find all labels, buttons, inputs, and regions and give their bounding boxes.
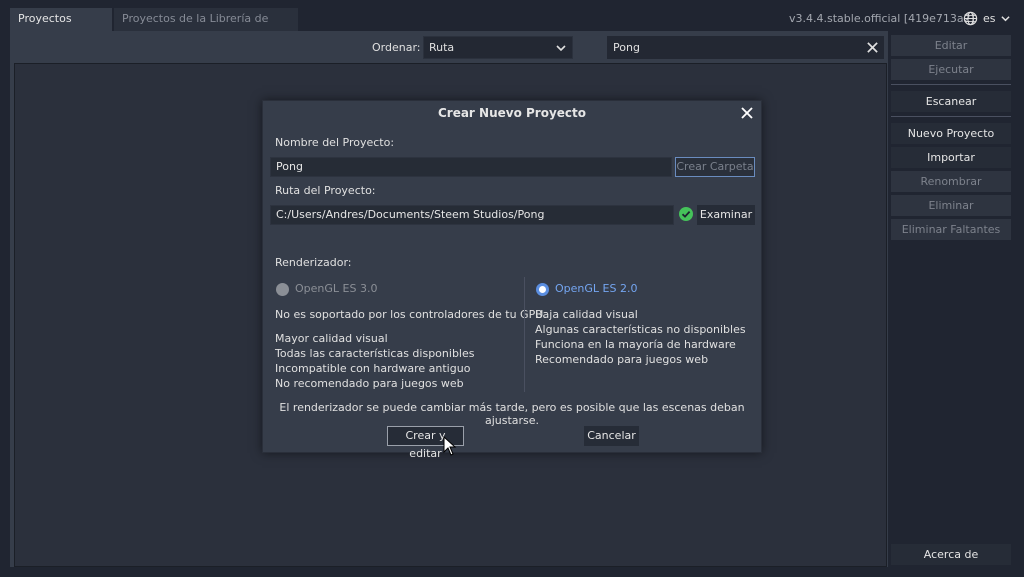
run-button[interactable]: Ejecutar bbox=[891, 59, 1011, 80]
chevron-down-icon bbox=[1000, 16, 1010, 22]
project-name-label: Nombre del Proyecto: bbox=[275, 136, 395, 149]
gles2-option-label: OpenGL ES 2.0 bbox=[555, 282, 638, 295]
chevron-down-icon bbox=[556, 45, 566, 52]
gles3-unsupported-note: No es soportado por los controladores de… bbox=[275, 308, 547, 321]
gles3-feature: No recomendado para juegos web bbox=[275, 377, 464, 390]
renderer-note: El renderizador se puede cambiar más tar… bbox=[279, 401, 745, 427]
gles2-radio[interactable] bbox=[536, 283, 549, 296]
project-name-input[interactable]: Pong bbox=[270, 157, 672, 177]
import-button[interactable]: Importar bbox=[891, 147, 1011, 168]
globe-icon bbox=[963, 11, 978, 26]
gles3-feature: Incompatible con hardware antiguo bbox=[275, 362, 471, 375]
language-label: es bbox=[983, 12, 996, 25]
search-input[interactable]: Pong bbox=[607, 36, 884, 59]
sort-select[interactable]: Ruta bbox=[423, 36, 573, 59]
divider bbox=[891, 84, 1011, 85]
project-path-label: Ruta del Proyecto: bbox=[275, 184, 376, 197]
close-icon[interactable] bbox=[740, 106, 754, 120]
language-selector[interactable]: es bbox=[963, 11, 1010, 26]
create-project-dialog: Crear Nuevo Proyecto Nombre del Proyecto… bbox=[262, 100, 762, 460]
version-label: v3.4.4.stable.official [419e713a2] bbox=[789, 12, 975, 25]
cancel-button[interactable]: Cancelar bbox=[584, 426, 639, 446]
gles3-option-label: OpenGL ES 3.0 bbox=[295, 282, 378, 295]
close-icon[interactable] bbox=[866, 41, 879, 54]
about-button[interactable]: Acerca de bbox=[891, 544, 1011, 565]
browse-button[interactable]: Examinar bbox=[697, 205, 755, 225]
new-project-button[interactable]: Nuevo Proyecto bbox=[891, 123, 1011, 144]
gles3-radio[interactable] bbox=[276, 283, 289, 296]
rename-button[interactable]: Renombrar bbox=[891, 171, 1011, 192]
mouse-cursor-icon bbox=[443, 436, 457, 456]
scan-button[interactable]: Escanear bbox=[891, 91, 1011, 112]
edit-button[interactable]: Editar bbox=[891, 35, 1011, 56]
remove-missing-button[interactable]: Eliminar Faltantes bbox=[891, 219, 1011, 240]
gles2-feature: Baja calidad visual bbox=[535, 308, 638, 321]
tab-local-projects[interactable]: Proyectos Locales bbox=[10, 8, 112, 47]
gles2-feature: Funciona en la mayoría de hardware bbox=[535, 338, 736, 351]
gles3-feature: Todas las características disponibles bbox=[275, 347, 475, 360]
renderer-label: Renderizador: bbox=[275, 256, 352, 269]
gles2-feature: Algunas características no disponibles bbox=[535, 323, 746, 336]
sort-select-value: Ruta bbox=[429, 41, 455, 54]
gles3-feature: Mayor calidad visual bbox=[275, 332, 388, 345]
remove-button[interactable]: Eliminar bbox=[891, 195, 1011, 216]
project-path-input[interactable]: C:/Users/Andres/Documents/Steem Studios/… bbox=[270, 205, 674, 225]
search-value: Pong bbox=[613, 41, 640, 54]
sort-label: Ordenar: bbox=[372, 41, 421, 54]
tab-asset-library[interactable]: Proyectos de la Librería de Assets bbox=[114, 8, 298, 47]
check-icon bbox=[679, 207, 693, 221]
divider bbox=[891, 116, 1011, 117]
renderer-divider bbox=[524, 277, 525, 392]
dialog-title: Crear Nuevo Proyecto bbox=[437, 106, 587, 120]
gles2-feature: Recomendado para juegos web bbox=[535, 353, 709, 366]
create-folder-button[interactable]: Crear Carpeta bbox=[675, 157, 755, 177]
